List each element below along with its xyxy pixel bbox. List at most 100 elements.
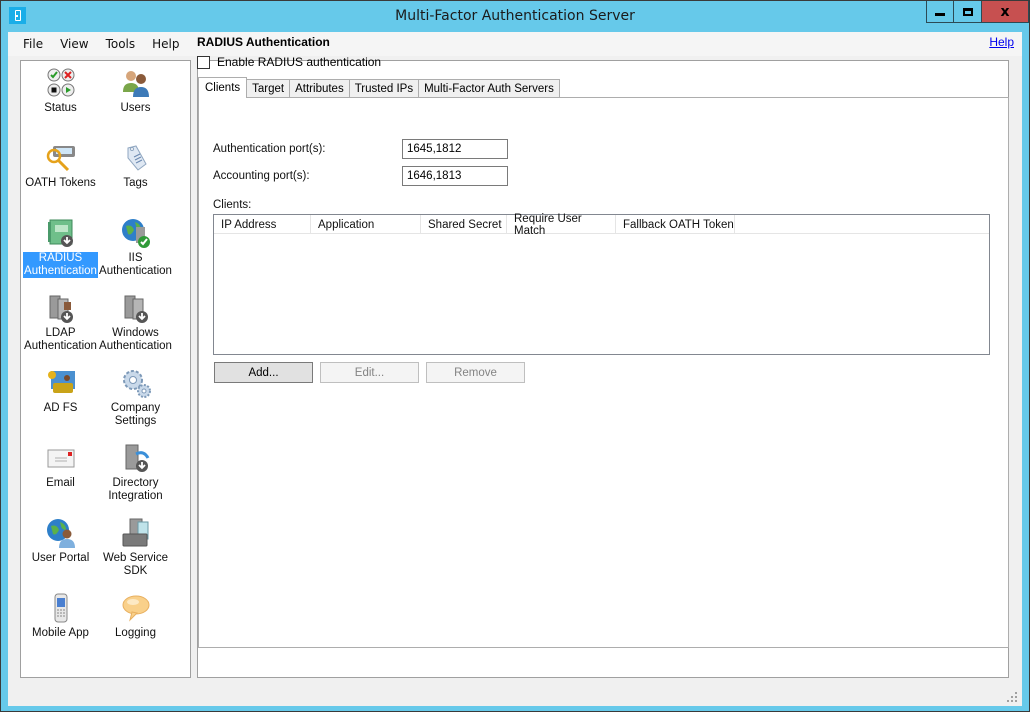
clients-list-header: IP Address Application Shared Secret Req…: [214, 213, 989, 237]
directory-server-icon: [125, 444, 149, 472]
remove-client-button[interactable]: Remove: [426, 362, 525, 383]
sidebar-item-label: Tags: [123, 177, 148, 189]
sidebar-item-label: Directory Integration: [107, 477, 163, 503]
label-line-1: RADIUS: [38, 252, 83, 264]
windows-server-icon: [124, 295, 148, 323]
sidebar-item-windows-authentication[interactable]: Windows Authentication: [98, 292, 173, 353]
tab-strip: Clients Target Attributes Trusted IPs Mu…: [198, 77, 560, 98]
minimize-button[interactable]: [926, 1, 954, 23]
sidebar-item-ldap-authentication[interactable]: LDAP Authentication: [23, 292, 98, 353]
resize-grip[interactable]: [1007, 692, 1017, 702]
sidebar-item-label: Users: [120, 102, 151, 114]
tags-icon: [127, 145, 147, 171]
sidebar-item-directory-integration[interactable]: Directory Integration: [98, 442, 173, 503]
users-icon: [122, 71, 149, 97]
column-require-user-match[interactable]: Require User Match: [507, 213, 616, 237]
sidebar-nav: Status Users OATH Tokens Tags RADIUS Aut…: [20, 60, 191, 678]
sidebar-item-oath-tokens[interactable]: OATH Tokens: [23, 142, 98, 190]
label-line-2: Authentication: [24, 265, 97, 277]
clients-list[interactable]: IP Address Application Shared Secret Req…: [213, 213, 990, 355]
menu-bar: File View Tools Help: [8, 32, 1022, 56]
auth-ports-label: Authentication port(s):: [213, 143, 326, 155]
sidebar-item-web-service-sdk[interactable]: Web Service SDK: [98, 517, 173, 578]
tab-clients[interactable]: Clients: [198, 77, 248, 98]
acct-ports-input[interactable]: [402, 166, 508, 186]
sidebar-item-label: Logging: [115, 627, 156, 639]
window-title: Multi-Factor Authentication Server: [395, 8, 635, 24]
sidebar-item-label: AD FS: [43, 402, 78, 414]
sidebar-item-label: Company Settings: [110, 402, 161, 428]
column-application[interactable]: Application: [311, 215, 421, 234]
label-line-2: Integration: [108, 490, 163, 502]
close-button[interactable]: x: [982, 1, 1029, 23]
sidebar-item-user-portal[interactable]: User Portal: [23, 517, 98, 565]
user-portal-globe-icon: [46, 519, 75, 548]
column-ip-address[interactable]: IP Address: [214, 215, 311, 234]
adfs-icon: [47, 371, 75, 393]
enable-radius-checkbox[interactable]: [197, 55, 210, 69]
enable-radius-label: Enable RADIUS authentication: [217, 55, 382, 69]
mobile-phone-icon: [54, 593, 67, 623]
sidebar-item-users[interactable]: Users: [98, 67, 173, 115]
page-title: RADIUS Authentication: [197, 35, 330, 49]
radius-icon: [47, 219, 73, 247]
close-icon: x: [1000, 3, 1010, 20]
tab-target[interactable]: Target: [246, 79, 291, 97]
sidebar-item-label: Web Service SDK: [102, 552, 169, 578]
sidebar-item-company-settings[interactable]: Company Settings: [98, 367, 173, 428]
gears-icon: [122, 370, 151, 398]
tab-multi-factor-auth-servers[interactable]: Multi-Factor Auth Servers: [418, 79, 560, 97]
iis-globe-icon: [121, 219, 150, 248]
sidebar-item-email[interactable]: Email: [23, 442, 98, 490]
label-line-1: Web Service: [103, 552, 168, 564]
label-line-2: Settings: [114, 415, 157, 427]
oath-token-key-icon: [46, 146, 75, 172]
sidebar-item-radius-authentication[interactable]: RADIUS Authentication: [23, 217, 98, 278]
sidebar-item-label: Email: [46, 477, 75, 489]
sidebar-item-label: User Portal: [31, 552, 90, 564]
tab-trusted-ips[interactable]: Trusted IPs: [348, 79, 420, 97]
clients-label: Clients:: [213, 199, 252, 211]
label-line-2: SDK: [123, 565, 148, 577]
maximize-icon: [962, 7, 973, 16]
acct-ports-label: Accounting port(s):: [213, 170, 310, 182]
label-line-1: Windows: [112, 327, 159, 339]
envelope-icon: [47, 449, 74, 468]
sidebar-item-iis-authentication[interactable]: IIS Authentication: [98, 217, 173, 278]
auth-ports-input[interactable]: [402, 139, 508, 159]
enable-radius-row[interactable]: Enable RADIUS authentication: [197, 55, 381, 69]
help-link[interactable]: Help: [989, 35, 1014, 49]
status-icon: [47, 68, 74, 97]
title-bar[interactable]: Multi-Factor Authentication Server x: [1, 1, 1029, 32]
label-line-1: Directory: [112, 477, 159, 489]
menu-file[interactable]: File: [16, 37, 50, 51]
label-line-1: IIS: [128, 252, 143, 264]
tab-attributes[interactable]: Attributes: [289, 79, 350, 97]
menu-help[interactable]: Help: [145, 37, 186, 51]
maximize-button[interactable]: [954, 1, 982, 23]
sidebar-item-label: RADIUS Authentication: [23, 252, 98, 278]
label-line-2: Authentication: [99, 340, 172, 352]
app-window: Multi-Factor Authentication Server x Fil…: [0, 0, 1030, 712]
sidebar-item-label: Mobile App: [32, 627, 89, 639]
edit-client-button[interactable]: Edit...: [320, 362, 419, 383]
sidebar-item-label: Status: [44, 102, 77, 114]
minimize-icon: [935, 13, 945, 16]
sidebar-item-label: IIS Authentication: [98, 252, 173, 278]
sidebar-item-tags[interactable]: Tags: [98, 142, 173, 190]
sidebar-item-ad-fs[interactable]: AD FS: [23, 367, 98, 415]
label-line-1: Company: [110, 402, 161, 414]
column-fallback-oath-token[interactable]: Fallback OATH Token: [616, 215, 735, 234]
sdk-toolbox-icon: [122, 518, 148, 547]
sidebar-item-label: Windows Authentication: [98, 327, 173, 353]
menu-tools[interactable]: Tools: [99, 37, 143, 51]
column-shared-secret[interactable]: Shared Secret: [421, 215, 507, 234]
sidebar-item-mobile-app[interactable]: Mobile App: [23, 592, 98, 640]
add-client-button[interactable]: Add...: [214, 362, 313, 383]
sidebar-item-logging[interactable]: Logging: [98, 592, 173, 640]
menu-view[interactable]: View: [53, 37, 95, 51]
ldap-server-icon: [49, 295, 73, 323]
label-line-2: Authentication: [24, 340, 97, 352]
sidebar-item-label: OATH Tokens: [25, 177, 96, 189]
sidebar-item-status[interactable]: Status: [23, 67, 98, 115]
